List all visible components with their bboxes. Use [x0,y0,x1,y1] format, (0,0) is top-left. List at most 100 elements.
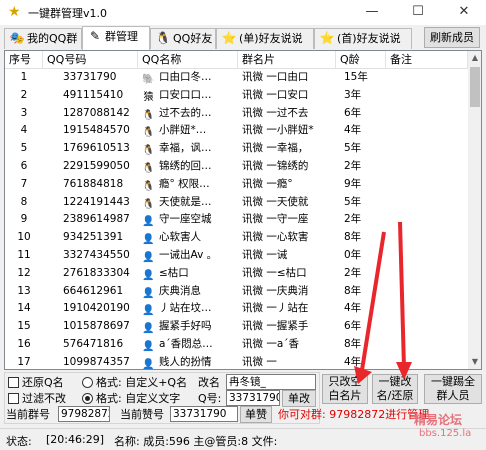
current-group-input[interactable]: 97982872 [58,406,110,422]
scroll-thumb[interactable] [470,67,480,107]
table-header: 序号 QQ号码 QQ名称 群名片 Q龄 备注 [5,51,468,69]
rename-input[interactable]: 冉冬镜_ [226,374,316,390]
status-info: 名称: 成员:596 主@管员:8 文件: [114,435,278,448]
column-header[interactable]: 群名片 [238,51,336,69]
qq-name-text: 贱人的扮情 [159,355,212,368]
tab-single-friend-posts[interactable]: ⭐ (单)好友说说 [216,28,314,49]
row-number: 17 [17,355,31,368]
table-row[interactable]: 6 2291599050 🐧 锦绣的回… 讯微 一锦绣的 2年 [5,158,468,176]
note-cell [386,105,468,122]
radio-circle[interactable] [82,393,93,404]
only-blank-card-button[interactable]: 只改空 白名片 [322,374,368,404]
qq-name-cell: 👤 一诫出Av 。 [138,247,238,264]
row-number: 16 [17,337,31,350]
table-row[interactable]: 7 761884818 🐧 瘾° 权限… 讯微 一瘾° 9年 [5,176,468,194]
qq-name-cell: 🐘 口由口冬… [138,69,238,86]
column-header[interactable]: 备注 [386,51,468,69]
qq-input[interactable]: 33731790 [226,390,280,406]
table-row[interactable]: 15 1015878697 👤 握紧手好吗 讯微 一握紧手 6年 [5,318,468,336]
checkbox-label: 还原Q名 [22,376,64,389]
qq-number-cell: 2761833304 [63,266,130,279]
checkbox-box[interactable] [8,377,19,388]
radio-circle[interactable] [82,377,93,388]
qq-name-text: 庆典消息 [159,284,201,297]
group-card-cell: 讯微 一口安口 [242,88,309,101]
table-row[interactable]: 16 576471816 👤 a´香悶总… 讯微 一a´香 8年 [5,336,468,354]
table-row[interactable]: 4 1915484570 🐧 小胖妞*… 讯微 一小胖妞* 4年 [5,122,468,140]
column-header[interactable]: 序号 [5,51,43,69]
avatar-icon: 🐧 [142,145,155,157]
qq-name-cell: 🐧 过不去的… [138,105,238,122]
tab-label: 群管理 [105,30,138,43]
row-number: 6 [20,159,28,172]
qq-name-cell: 👤 心软害人 [138,229,238,246]
star-icon: ⭐ [221,31,237,45]
single-change-button[interactable]: 单改 [282,390,316,407]
qq-number-cell: 576471816 [63,337,124,350]
tab-first-friend-posts[interactable]: ⭐ (首)好友说说 [314,28,412,49]
qq-name-text: 心软害人 [159,231,201,244]
table-row[interactable]: 5 1769610513 🐧 幸福，讽… 讯微 一幸福， 5年 [5,140,468,158]
note-cell [386,69,468,86]
avatar-icon: 👤 [142,287,155,299]
single-like-button[interactable]: 单赞 [240,406,272,423]
filter-unchanged-checkbox[interactable]: 过滤不改 [8,392,66,406]
tab-qq-friends[interactable]: 🐧 QQ好友 [150,28,216,49]
table-row[interactable]: 3 1287088142 🐧 过不去的… 讯微 一过不去 6年 [5,105,468,123]
column-header[interactable]: Q龄 [336,51,386,69]
vertical-scrollbar[interactable]: ▲ ▼ [468,51,481,369]
avatar-icon: 🐧 [142,198,155,210]
qq-name-text: 口安口口… [159,88,212,101]
qq-name-cell: 🐧 天使就是… [138,194,238,211]
oneclick-kick-button[interactable]: 一键踢全 群人员 [424,374,482,404]
table-row[interactable]: 13 664612961 👤 庆典消息 讯微 一庆典消 8年 [5,283,468,301]
table-row[interactable]: 17 1099874357 👤 贱人的扮情 讯微 一 4年 [5,354,468,369]
star-icon: ⭐ [319,31,335,45]
member-table: 序号 QQ号码 QQ名称 群名片 Q龄 备注 1 33731790 🐘 口由口冬… 讯微… [4,50,482,370]
restore-qname-checkbox[interactable]: 还原Q名 [8,376,64,390]
note-cell [386,176,468,193]
table-row[interactable]: 8 1224191443 🐧 天使就是… 讯微 一天使就 5年 [5,194,468,212]
refresh-members-button[interactable]: 刷新成员 [424,27,480,48]
column-header[interactable]: QQ名称 [138,51,238,69]
close-button[interactable]: ✕ [444,0,484,25]
table-row[interactable]: 1 33731790 🐘 口由口冬… 讯微 一口由口 15年 [5,69,468,87]
qq-age-cell: 5年 [344,195,362,208]
group-card-cell: 讯微 一 [242,355,277,368]
group-card-cell: 讯微 一≤枯口 [242,266,307,279]
group-card-cell: 讯微 一握紧手 [242,320,309,333]
table-row[interactable]: 12 2761833304 👤 ≤枯口 讯微 一≤枯口 2年 [5,265,468,283]
avatar-icon: 👤 [142,269,155,281]
current-group-label: 当前群号 [6,408,50,421]
format-custom-text-radio[interactable]: 格式: 自定义文字 [82,392,180,406]
scroll-down-icon[interactable]: ▼ [468,355,481,369]
group-card-cell: 讯微 一a´香 [242,337,300,350]
table-row[interactable]: 11 3327434550 👤 一诫出Av 。 讯微 一诫 0年 [5,247,468,265]
qq-name-cell: 👤 ≤枯口 [138,265,238,282]
tab-my-qq-groups[interactable]: 🎭 我的QQ群 [4,28,82,49]
note-cell [386,229,468,246]
table-row[interactable]: 14 1910420190 👤 丿站在坟… 讯微 一丿站在 4年 [5,300,468,318]
table-row[interactable]: 2 491115410 猿口安口口… 讯微 一口安口 3年 [5,87,468,105]
maximize-button[interactable]: ☐ [398,0,438,25]
avatar-icon: 👤 [142,234,155,246]
table-row[interactable]: 10 934251391 👤 心软害人 讯微 一心软害 8年 [5,229,468,247]
checkbox-box[interactable] [8,393,19,404]
current-qq-input[interactable]: 33731790 [170,406,238,422]
management-notice: 你可对群: 97982872进行管理 [278,408,430,421]
note-cell [386,354,468,369]
minimize-button[interactable]: — [352,0,392,25]
scroll-up-icon[interactable]: ▲ [468,51,481,65]
oneclick-rename-button[interactable]: 一键改 名/还原 [372,374,418,404]
column-header[interactable]: QQ号码 [43,51,138,69]
qq-age-cell: 3年 [344,88,362,101]
row-number: 14 [17,302,31,315]
format-qname-radio[interactable]: 格式: 自定义+Q名 [82,376,187,390]
row-number: 10 [17,231,31,244]
qq-number-cell: 1099874357 [63,355,130,368]
radio-label: 格式: [96,376,122,389]
qq-name-text: 小胖妞*… [159,124,207,137]
group-card-cell: 讯微 一口由口 [242,71,309,83]
tab-group-management[interactable]: ✎ 群管理 [82,26,150,50]
table-row[interactable]: 9 2389614987 👤 守一座空城 讯微 一守一座 2年 [5,211,468,229]
